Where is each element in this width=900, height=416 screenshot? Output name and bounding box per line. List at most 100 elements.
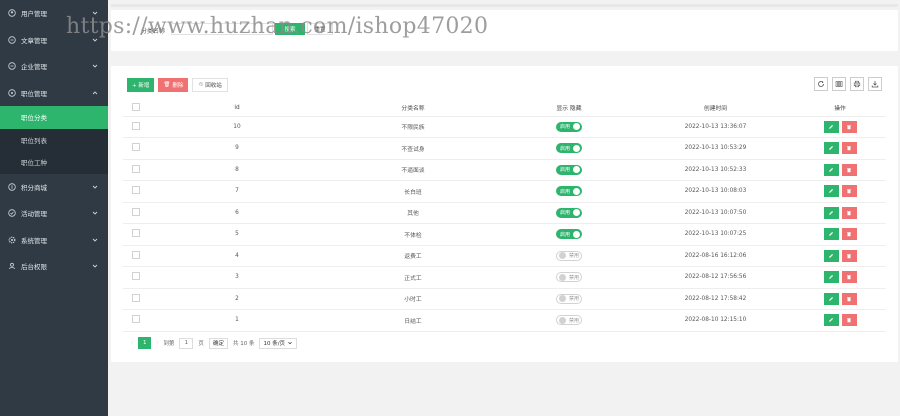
recycle-bin-button[interactable]: ♲ 回收站	[192, 78, 228, 92]
status-toggle[interactable]: 启用	[555, 164, 582, 175]
row-checkbox[interactable]	[132, 186, 140, 195]
sidebar-item-articles[interactable]: 文章管理	[0, 27, 108, 54]
delete-row-button[interactable]	[841, 163, 857, 176]
table-row[interactable]: 6 其他 启用 2022-10-13 10:07:50	[123, 202, 886, 224]
row-checkbox[interactable]	[132, 207, 140, 216]
sidebar-item-label: 企业管理	[21, 63, 47, 72]
row-checkbox[interactable]	[132, 293, 140, 302]
status-toggle[interactable]: 禁用	[555, 293, 582, 304]
sidebar-item-points-mall[interactable]: 积分商城	[0, 174, 108, 201]
row-select-cell[interactable]	[123, 245, 149, 267]
status-toggle[interactable]: 禁用	[555, 272, 582, 282]
header-select-all[interactable]	[123, 100, 149, 117]
sidebar-subitem-job-categories[interactable]: 职位分类	[0, 106, 108, 129]
table-row[interactable]: 8 不逼面谈 启用 2022-10-13 10:52:33	[123, 159, 886, 181]
user-circle-icon	[8, 9, 16, 17]
row-status-cell: 启用	[501, 180, 637, 203]
status-toggle[interactable]: 启用	[555, 229, 582, 240]
edit-button[interactable]	[823, 314, 839, 327]
delete-row-button[interactable]	[841, 185, 857, 198]
refresh-icon[interactable]	[814, 77, 828, 91]
search-button[interactable]: 搜索	[275, 23, 305, 35]
columns-icon[interactable]	[832, 77, 846, 91]
delete-row-button[interactable]	[841, 292, 857, 305]
print-icon[interactable]	[850, 77, 864, 91]
pencil-icon	[829, 124, 834, 129]
sidebar-item-activities[interactable]: 活动管理	[0, 200, 108, 227]
search-input[interactable]	[171, 23, 273, 35]
select-all-checkbox[interactable]	[132, 102, 140, 111]
sidebar-subitem-job-list[interactable]: 职位列表	[0, 128, 108, 151]
edit-button[interactable]	[823, 228, 839, 241]
row-status-cell: 启用	[501, 116, 637, 138]
table-row[interactable]: 9 不查试身 启用 2022-10-13 10:53:29	[123, 137, 886, 160]
page-number-current[interactable]: 1	[138, 337, 152, 349]
status-toggle[interactable]: 禁用	[555, 315, 582, 325]
delete-row-button[interactable]	[841, 142, 857, 155]
next-page-icon[interactable]: ›	[156, 340, 158, 346]
sidebar-item-jobs[interactable]: 职位管理	[0, 80, 108, 107]
delete-row-button[interactable]	[841, 249, 857, 262]
table-row[interactable]: 4 返费工 禁用 2022-08-16 16:12:06	[123, 245, 886, 267]
status-toggle[interactable]: 启用	[555, 121, 582, 132]
row-select-cell[interactable]	[123, 223, 149, 246]
row-checkbox[interactable]	[132, 250, 140, 259]
delete-button[interactable]: 🗑︎ 删除	[158, 78, 189, 92]
table-row[interactable]: 3 正式工 禁用 2022-08-12 17:56:56	[123, 266, 886, 289]
row-checkbox[interactable]	[132, 164, 140, 173]
delete-row-button[interactable]	[841, 314, 857, 327]
header-name: 分类名称	[325, 100, 501, 117]
edit-button[interactable]	[823, 163, 839, 176]
reset-button[interactable]: 重置	[307, 23, 333, 35]
edit-button[interactable]	[823, 249, 839, 262]
prev-page-icon[interactable]: ‹	[131, 340, 133, 346]
edit-button[interactable]	[823, 120, 839, 133]
status-toggle[interactable]: 启用	[555, 207, 582, 218]
sidebar-item-admin-permissions[interactable]: 后台权限	[0, 253, 108, 280]
sidebar-subitem-job-types[interactable]: 职位工种	[0, 151, 108, 174]
row-select-cell[interactable]	[123, 309, 149, 332]
add-button[interactable]: + 新增	[127, 78, 155, 92]
edit-button[interactable]	[823, 185, 839, 198]
row-checkbox[interactable]	[132, 272, 140, 281]
delete-row-button[interactable]	[841, 228, 857, 241]
status-label: 启用	[559, 167, 570, 174]
status-label: 禁用	[568, 317, 579, 324]
sidebar-item-users[interactable]: 用户管理	[0, 0, 108, 27]
chevron-down-icon	[91, 236, 99, 244]
edit-button[interactable]	[823, 142, 839, 155]
status-toggle[interactable]: 启用	[555, 186, 582, 197]
row-select-cell[interactable]	[123, 137, 149, 160]
row-select-cell[interactable]	[123, 288, 149, 310]
table-row[interactable]: 7 长白班 启用 2022-10-13 10:08:03	[123, 180, 886, 203]
export-icon[interactable]	[868, 77, 882, 91]
table-row[interactable]: 5 不体检 启用 2022-10-13 10:07:25	[123, 223, 886, 246]
sidebar-item-companies[interactable]: 企业管理	[0, 53, 108, 80]
table-row[interactable]: 2 小时工 禁用 2022-08-12 17:58:42	[123, 288, 886, 310]
table-row[interactable]: 10 不限民族 启用 2022-10-13 13:36:07	[123, 116, 886, 138]
table-row[interactable]: 1 日结工 禁用 2022-08-10 12:15:10	[123, 309, 886, 332]
row-checkbox[interactable]	[132, 121, 140, 130]
sidebar-item-system[interactable]: 系统管理	[0, 227, 108, 254]
page-input[interactable]: 1	[179, 337, 194, 349]
edit-button[interactable]	[823, 292, 839, 305]
header-actions: 操作	[794, 100, 886, 117]
row-select-cell[interactable]	[123, 202, 149, 224]
edit-button[interactable]	[823, 271, 839, 284]
status-toggle[interactable]: 启用	[555, 143, 582, 154]
row-checkbox[interactable]	[132, 229, 140, 238]
per-page-select[interactable]: 10 条/页	[259, 337, 298, 349]
delete-row-button[interactable]	[841, 271, 857, 284]
row-checkbox[interactable]	[132, 143, 140, 152]
row-checkbox[interactable]	[132, 315, 140, 324]
row-select-cell[interactable]	[123, 116, 149, 138]
edit-button[interactable]	[823, 206, 839, 219]
status-toggle[interactable]: 禁用	[555, 250, 582, 261]
row-created-time: 2022-08-10 12:15:10	[637, 309, 794, 332]
delete-row-button[interactable]	[841, 120, 857, 133]
row-select-cell[interactable]	[123, 266, 149, 289]
row-select-cell[interactable]	[123, 180, 149, 203]
goto-confirm-button[interactable]: 确定	[208, 337, 228, 349]
row-select-cell[interactable]	[123, 159, 149, 181]
delete-row-button[interactable]	[841, 206, 857, 219]
